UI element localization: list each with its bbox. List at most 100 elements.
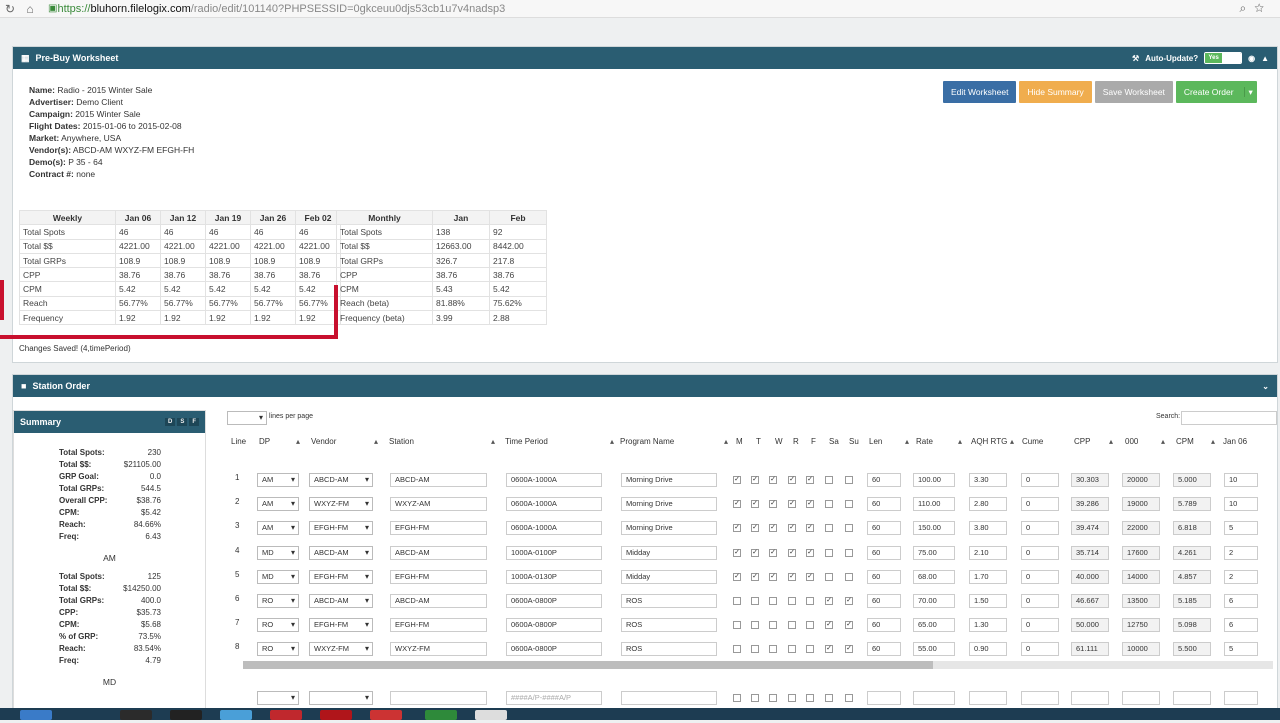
day-checkbox[interactable]: ✓ [845,597,853,605]
taskbar-app-icon[interactable] [270,710,302,720]
grid-column-header[interactable]: Station [389,437,414,446]
thousands-field[interactable]: 17600 [1122,545,1160,560]
day-checkbox[interactable] [733,597,741,605]
day-checkbox[interactable]: ✓ [733,548,741,557]
jan06-spots-input[interactable]: 6 [1224,594,1258,608]
taskbar-app-icon[interactable] [475,710,507,720]
cume-input[interactable]: 0 [1021,642,1059,657]
cpp-field[interactable]: 35.714 [1071,545,1109,560]
aqh-rtg-input[interactable]: 1.30 [969,618,1007,633]
day-checkbox[interactable]: ✓ [788,476,796,484]
day-checkbox[interactable]: ✓ [788,500,796,509]
day-checkbox[interactable] [825,524,833,533]
cpp-field[interactable]: 61.111 [1071,642,1109,657]
day-checkbox[interactable]: ✓ [733,500,741,509]
day-checkbox[interactable] [751,597,759,605]
day-checkbox[interactable]: ✓ [845,621,853,630]
day-checkbox[interactable]: ✓ [788,572,796,581]
new-row-input[interactable] [1071,691,1109,705]
day-checkbox[interactable]: ✓ [751,572,759,581]
dp-select[interactable]: RO [257,618,299,633]
cpm-field[interactable]: 5.500 [1173,642,1211,657]
time-period-input[interactable]: 0600A-0800P [506,618,602,633]
vendor-select[interactable]: EFGH-FM [309,618,373,633]
vendor-select[interactable]: EFGH-FM [309,569,373,584]
sort-icon[interactable]: ▴ [724,437,728,446]
jan06-spots-input[interactable]: 5 [1224,521,1258,536]
sort-icon[interactable]: ▴ [374,437,378,446]
dp-select[interactable]: AM [257,521,299,536]
scrollbar-thumb[interactable] [243,661,933,669]
taskbar-app-icon[interactable] [370,710,402,720]
jan06-spots-input[interactable]: 10 [1224,497,1258,512]
new-row-input[interactable] [867,691,901,705]
vendor-select[interactable] [309,691,373,705]
length-input[interactable]: 60 [867,618,901,633]
day-checkbox[interactable]: ✓ [751,548,759,557]
sort-icon[interactable]: ▴ [491,437,495,446]
time-period-input[interactable]: 0600A-1000A [506,497,602,512]
taskbar-app-icon[interactable] [220,710,252,720]
day-checkbox[interactable] [788,645,796,654]
cpm-field[interactable]: 5.000 [1173,473,1211,487]
jan06-spots-input[interactable]: 10 [1224,473,1258,487]
sort-icon[interactable]: ▴ [1010,437,1014,446]
aqh-rtg-input[interactable]: 2.10 [969,545,1007,560]
chevron-down-icon[interactable]: ⌄ [1262,382,1269,391]
day-checkbox[interactable] [845,694,853,702]
station-input[interactable]: ABCD-AM [390,594,487,608]
jan06-spots-input[interactable]: 5 [1224,642,1258,657]
day-checkbox[interactable]: ✓ [788,524,796,533]
eye-icon[interactable]: ◉ [1248,54,1255,63]
day-checkbox[interactable] [825,548,833,557]
grid-column-header[interactable]: W [775,437,783,446]
new-row-input[interactable] [1173,691,1211,705]
station-input[interactable]: ABCD-AM [390,473,487,487]
day-checkbox[interactable]: ✓ [733,524,741,533]
new-row-input[interactable] [969,691,1007,705]
vendor-select[interactable]: ABCD-AM [309,594,373,608]
day-checkbox[interactable] [769,694,777,702]
grid-column-header[interactable]: F [811,437,816,446]
cpp-field[interactable]: 46.667 [1071,594,1109,608]
cpm-field[interactable]: 4.261 [1173,545,1211,560]
station-input[interactable]: EFGH-FM [390,569,487,584]
collapse-icon[interactable]: ▲ [1261,54,1269,63]
create-order-button[interactable]: Create Order ▾ [1175,81,1257,103]
station-input[interactable]: WXYZ-FM [390,642,487,657]
day-checkbox[interactable]: ✓ [769,548,777,557]
cume-input[interactable]: 0 [1021,473,1059,487]
day-checkbox[interactable]: ✓ [825,645,833,654]
day-checkbox[interactable]: ✓ [733,572,741,581]
grid-column-header[interactable]: Rate [916,437,933,446]
aqh-rtg-input[interactable]: 2.80 [969,497,1007,512]
day-checkbox[interactable] [788,621,796,630]
program-name-input[interactable]: Morning Drive [621,473,717,487]
auto-update-toggle[interactable]: Yes [1204,52,1243,64]
grid-column-header[interactable]: M [736,437,743,446]
day-checkbox[interactable]: ✓ [733,476,741,484]
day-checkbox[interactable] [825,694,833,702]
length-input[interactable]: 60 [867,545,901,560]
time-period-input[interactable]: 0600A-0800P [506,642,602,657]
day-checkbox[interactable] [769,597,777,605]
dp-select[interactable]: AM [257,497,299,512]
program-name-input[interactable]: Midday [621,569,717,584]
length-input[interactable]: 60 [867,594,901,608]
jan06-spots-input[interactable]: 2 [1224,569,1258,584]
vendor-select[interactable]: WXYZ-FM [309,497,373,512]
grid-column-header[interactable]: Program Name [620,437,674,446]
dp-select[interactable]: AM [257,473,299,487]
search-input[interactable] [1181,411,1277,425]
day-checkbox[interactable] [769,645,777,654]
cpm-field[interactable]: 4.857 [1173,569,1211,584]
day-checkbox[interactable]: ✓ [769,476,777,484]
summary-view-button[interactable]: F [189,418,199,426]
save-worksheet-button[interactable]: Save Worksheet [1094,81,1173,103]
new-row-input[interactable] [1122,691,1160,705]
grid-column-header[interactable]: T [756,437,761,446]
station-input[interactable]: EFGH-FM [390,618,487,633]
time-period-input[interactable]: 0600A-1000A [506,473,602,487]
cume-input[interactable]: 0 [1021,545,1059,560]
grid-column-header[interactable]: 000 [1125,437,1138,446]
